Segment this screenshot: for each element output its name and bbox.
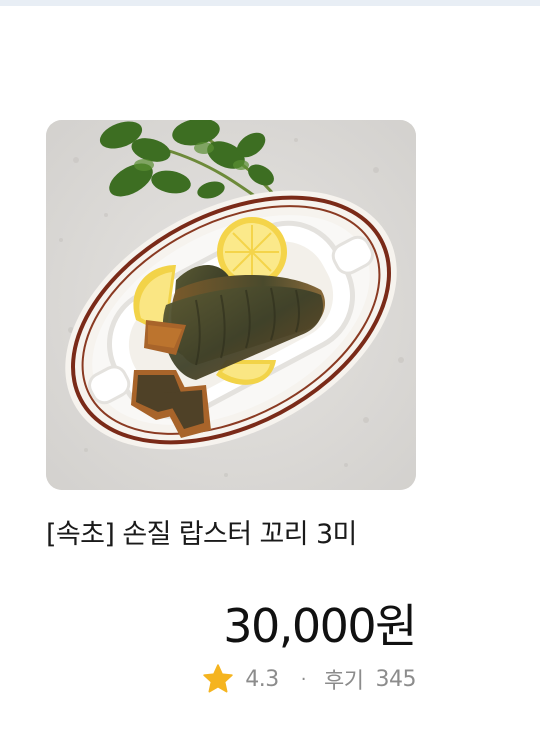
top-strip: [0, 0, 540, 6]
review-count[interactable]: 345: [376, 667, 417, 692]
product-title[interactable]: [속초] 손질 랍스터 꼬리 3미: [46, 518, 416, 552]
rating-value: 4.3: [245, 666, 279, 692]
star-icon: [203, 664, 234, 693]
review-label[interactable]: 후기: [324, 663, 364, 695]
dot-separator: ·: [300, 668, 307, 690]
product-price: 30,000원: [223, 599, 417, 653]
product-card[interactable]: [속초] 손질 랍스터 꼬리 3미 30,000원 4.3 · 후기 345: [46, 120, 417, 720]
lobster-plate-illustration: [46, 120, 416, 490]
product-image[interactable]: [46, 120, 416, 490]
rating-row: 4.3 · 후기 345: [201, 664, 416, 694]
